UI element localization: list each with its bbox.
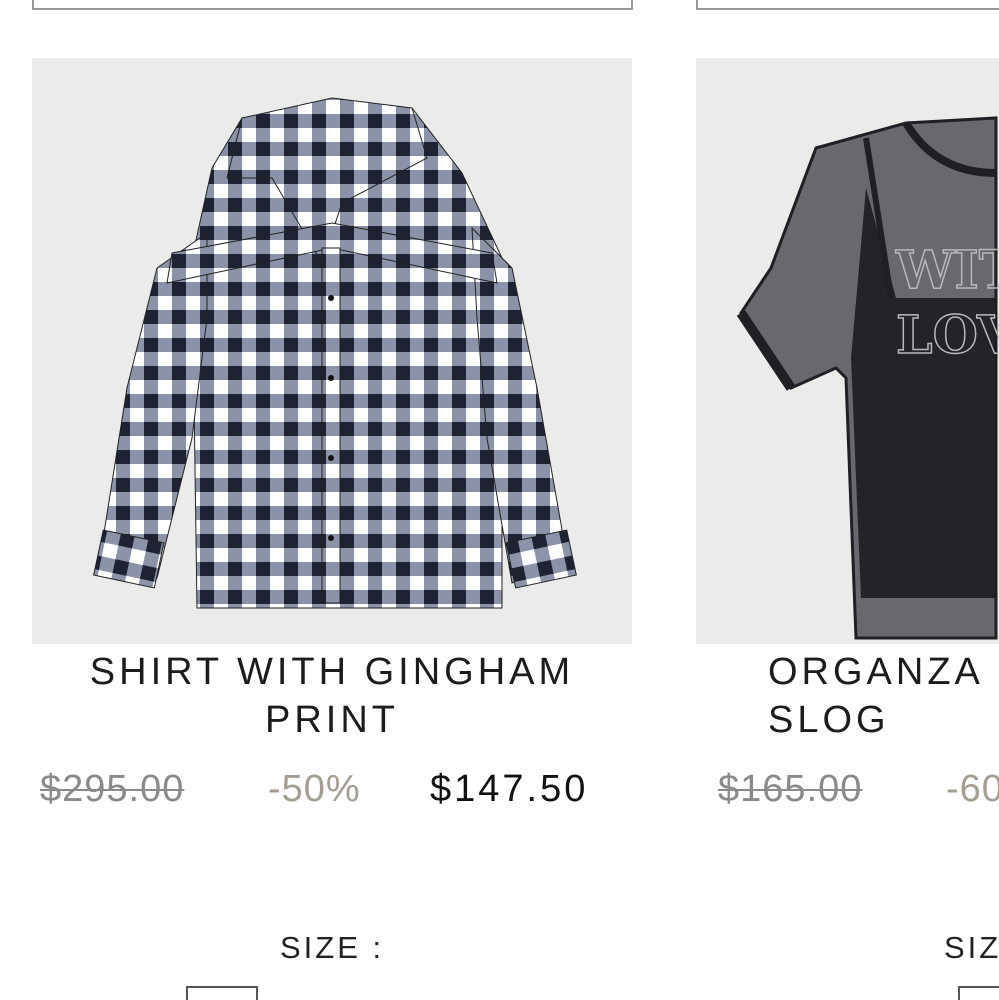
price-row: $295.00 -50% $147.50 bbox=[32, 768, 632, 818]
product-card[interactable]: SHIRT WITH GINGHAM PRINT bbox=[32, 58, 632, 744]
original-price: $295.00 bbox=[40, 768, 185, 810]
size-option-button[interactable] bbox=[958, 986, 999, 1000]
tshirt-graphic-text: LOV bbox=[896, 305, 999, 366]
previous-row-button[interactable] bbox=[696, 0, 999, 10]
previous-row-button[interactable] bbox=[32, 0, 633, 10]
product-grid: SHIRT WITH GINGHAM PRINT $295.00 -50% $1… bbox=[0, 0, 999, 1000]
product-title[interactable]: SHIRT WITH GINGHAM PRINT bbox=[32, 648, 632, 744]
product-card[interactable]: WIT LOV ORGANZA SLOG bbox=[696, 58, 999, 744]
original-price: $165.00 bbox=[718, 768, 863, 810]
discount-badge: -50% bbox=[268, 768, 361, 810]
sale-price: $147.50 bbox=[430, 768, 589, 810]
price-row: $165.00 -60 bbox=[696, 768, 999, 818]
gingham-shirt-image bbox=[93, 97, 577, 609]
product-title[interactable]: ORGANZA SLOG bbox=[696, 648, 999, 744]
product-image[interactable] bbox=[32, 58, 632, 644]
discount-badge: -60 bbox=[946, 768, 999, 810]
size-label: SIZE : bbox=[280, 930, 385, 965]
organza-tshirt-image: WIT LOV bbox=[736, 116, 999, 640]
size-label: SIZ bbox=[944, 930, 999, 965]
size-option-button[interactable] bbox=[186, 986, 258, 1000]
product-image[interactable]: WIT LOV bbox=[696, 58, 999, 644]
tshirt-graphic-text: WIT bbox=[895, 240, 999, 301]
